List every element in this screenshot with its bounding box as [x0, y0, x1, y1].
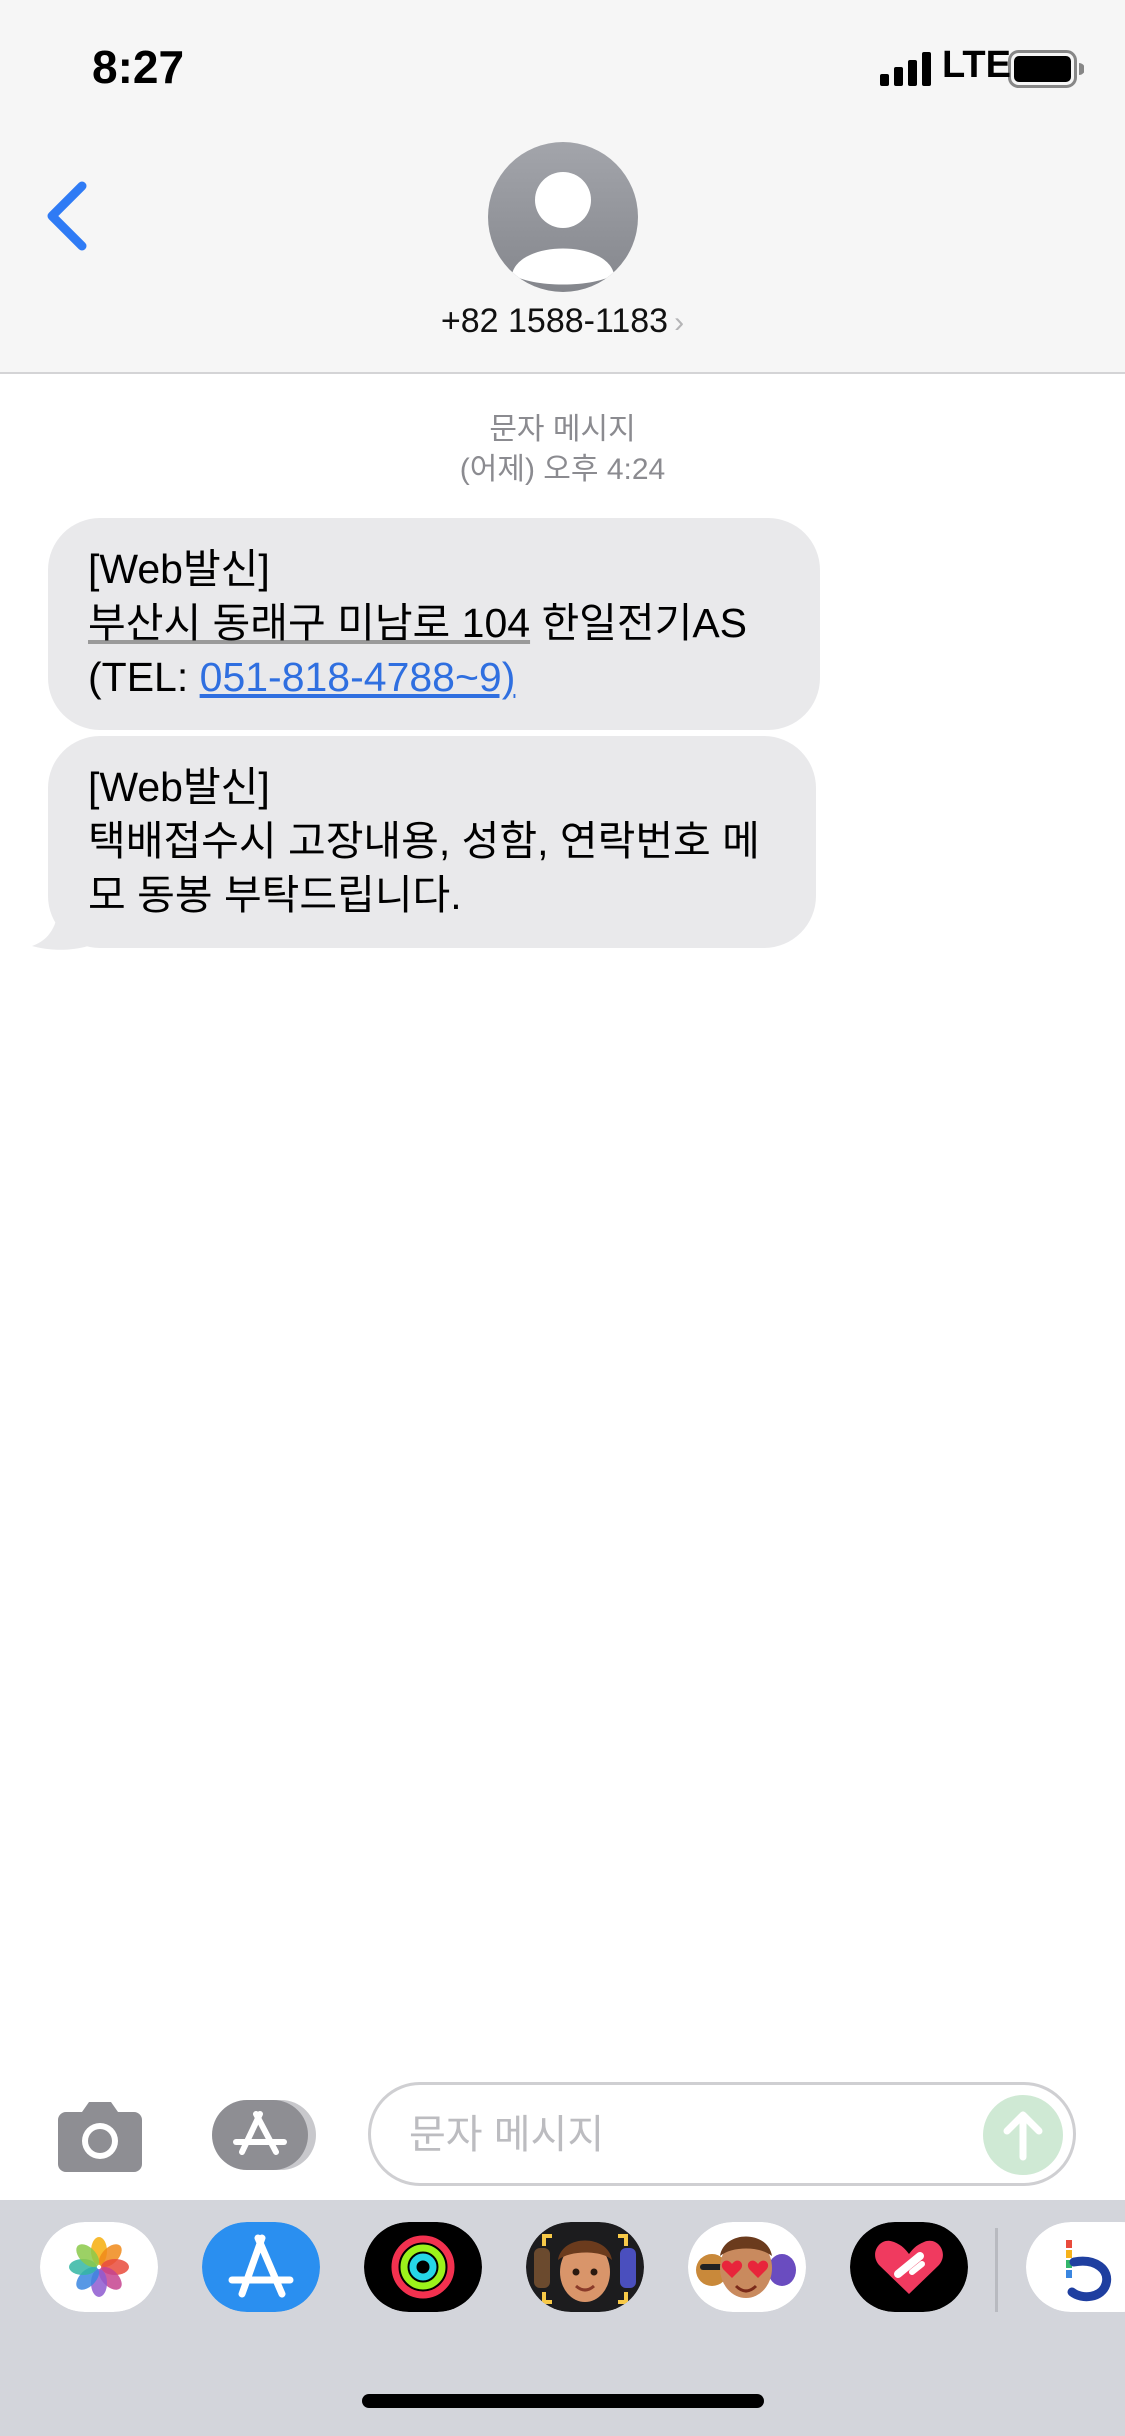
activity-icon[interactable]: [364, 2222, 482, 2312]
message-line: 모 동봉 부탁드립니다.: [88, 872, 462, 918]
message-input[interactable]: [407, 2085, 971, 2185]
home-indicator[interactable]: [362, 2394, 764, 2408]
status-time: 8:27: [92, 41, 185, 93]
photos-icon[interactable]: [40, 2222, 158, 2312]
memoji-icon[interactable]: [526, 2222, 644, 2312]
chevron-right-icon: ›: [674, 306, 685, 339]
message-line: [Web발신]: [88, 764, 270, 810]
animoji-stickers-icon[interactable]: [688, 2222, 806, 2312]
drawer-divider: [995, 2228, 998, 2312]
message-bubble[interactable]: [Web발신] 택배접수시 고장내용, 성함, 연락번호 메 모 동봉 부탁드립…: [48, 736, 816, 948]
message-line: (TEL: 051-818-4788~9): [88, 650, 780, 704]
message-timestamp: (어제) 오후 4:24: [459, 453, 666, 486]
digital-touch-icon[interactable]: [850, 2222, 968, 2312]
message-line: 택배접수시 고장내용, 성함, 연락번호 메: [88, 818, 760, 864]
message-input-container[interactable]: [368, 2082, 1076, 2186]
contact-number: +82 1588-1183: [440, 302, 669, 340]
phone-link[interactable]: 051-818-4788~9): [200, 654, 516, 700]
service-label: 문자 메시지: [489, 413, 636, 446]
conversation-header: 8:27 LTE +82 1588-1183 ›: [0, 0, 1125, 374]
contact-name-button[interactable]: +82 1588-1183 ›: [0, 302, 1125, 341]
chevron-left-icon[interactable]: [38, 176, 98, 256]
app-store-icon[interactable]: [202, 2222, 320, 2312]
message-text: 한일전기AS: [530, 600, 748, 646]
cellular-signal-icon: [880, 52, 931, 86]
music-app-icon[interactable]: [1026, 2222, 1125, 2312]
message-bubble[interactable]: [Web발신] 부산시 동래구 미남로 104 한일전기AS (TEL: 051…: [48, 518, 820, 730]
bubble-tail: [32, 906, 88, 950]
address-link[interactable]: 부산시 동래구 미남로 104: [88, 600, 530, 646]
arrow-up-icon[interactable]: [983, 2095, 1063, 2175]
camera-icon[interactable]: [52, 2096, 148, 2176]
person-silhouette-icon[interactable]: [488, 142, 638, 292]
battery-icon: [1008, 50, 1084, 88]
network-type: LTE: [942, 44, 1011, 86]
app-store-icon[interactable]: [208, 2096, 320, 2174]
message-line: 부산시 동래구 미남로 104 한일전기AS: [88, 596, 780, 650]
message-text: (TEL:: [88, 654, 200, 700]
message-line: [Web발신]: [88, 546, 270, 592]
